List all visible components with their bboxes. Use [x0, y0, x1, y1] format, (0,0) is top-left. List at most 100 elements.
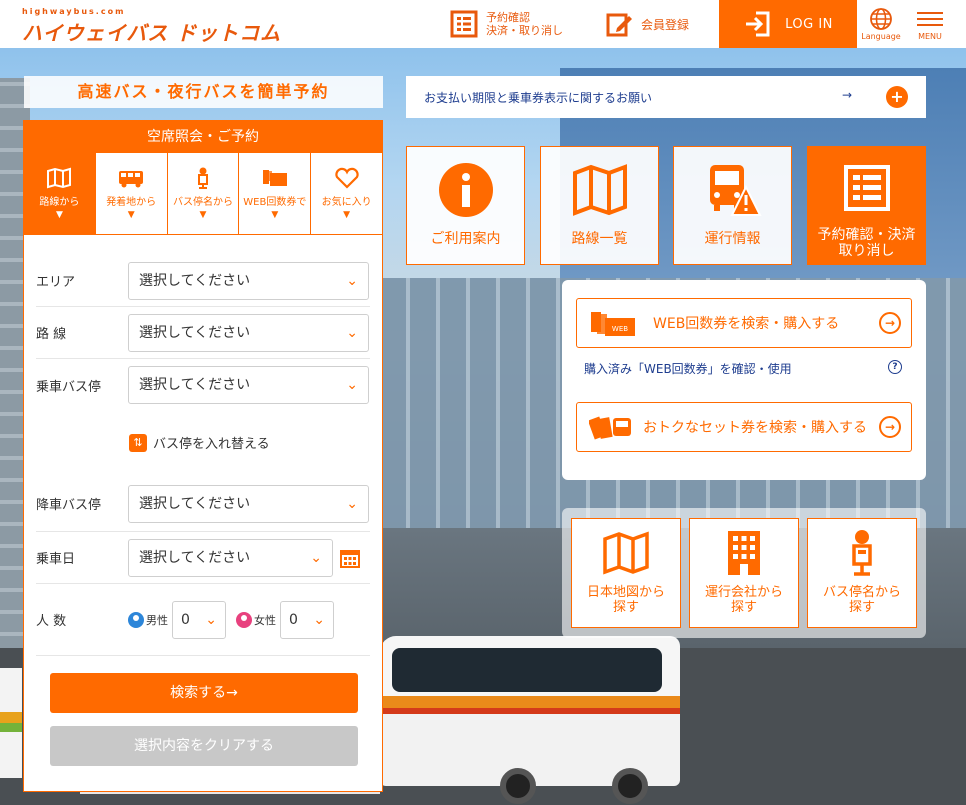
ticket-panel: WEB WEB回数券を検索・購入する → 購入済み「WEB回数券」を確認・使用 …	[562, 280, 926, 480]
logo-small-text[interactable]: highwaybus.com	[22, 7, 125, 16]
board-stop-select[interactable]: 選択してください ⌄	[128, 366, 369, 404]
globe-icon	[870, 8, 892, 30]
web-ticket-icon: WEB	[591, 312, 635, 336]
login-button[interactable]: LOG IN	[719, 0, 857, 48]
tab-label: 発着地から	[106, 197, 157, 208]
alight-stop-select[interactable]: 選択してください ⌄	[128, 484, 369, 523]
date-row: 乗車日 選択してください ⌄	[36, 532, 370, 584]
chevron-down-icon: ⌄	[346, 377, 358, 393]
notice-text: お支払い期限と乗車券表示に関するお願い	[424, 90, 653, 105]
find-panel: 日本地図から 探す 運行会社から 探す バス停名から 探す	[562, 508, 926, 638]
tab-label: お気に入り	[321, 197, 372, 208]
bus-stop-icon	[197, 167, 208, 189]
set-ticket-button[interactable]: おトクなセット券を検索・購入する →	[576, 402, 912, 452]
area-select[interactable]: 選択してください ⌄	[128, 261, 369, 300]
language-label: Language	[861, 32, 901, 41]
find-by-company-tile[interactable]: 運行会社から 探す	[689, 518, 799, 628]
swap-icon: ⇅	[129, 433, 147, 452]
tab-arrow-icon: ▼	[55, 210, 63, 220]
male-count-select[interactable]: 0 ⌄	[172, 600, 226, 639]
reservation-tile[interactable]: 予約確認・決済取り消し	[807, 146, 926, 265]
find-company-line1: 運行会社から	[704, 585, 783, 600]
clear-button[interactable]: 選択内容をクリアする	[50, 726, 358, 766]
route-list-tile[interactable]: 路線一覧	[540, 146, 659, 265]
calendar-icon[interactable]	[339, 547, 361, 569]
chevron-down-icon: ⌄	[205, 611, 217, 628]
find-by-map-tile[interactable]: 日本地図から 探す	[571, 518, 681, 628]
arrow-circle-icon: →	[879, 416, 901, 438]
search-button[interactable]: 検索する→	[50, 673, 358, 713]
find-stop-line2: 探す	[848, 600, 875, 615]
tab-arrow-icon: ▼	[199, 210, 207, 220]
route-label: 路 線	[36, 327, 67, 342]
date-select[interactable]: 選択してください ⌄	[128, 538, 333, 577]
board-row: 乗車バス停 選択してください ⌄	[36, 359, 370, 411]
board-label: 乗車バス停	[36, 379, 102, 395]
web-ticket-link[interactable]: 購入済み「WEB回数券」を確認・使用	[584, 360, 792, 377]
chevron-down-icon: ⌄	[346, 324, 358, 341]
find-by-stop-tile[interactable]: バス停名から 探す	[807, 518, 917, 628]
date-value: 選択してください	[139, 549, 251, 566]
chevron-down-icon: ⌄	[310, 549, 322, 566]
chevron-down-icon: ⌄	[313, 611, 325, 628]
help-icon[interactable]: ?	[888, 360, 902, 374]
ticket-icon	[262, 170, 287, 186]
language-selector[interactable]: Language	[860, 0, 902, 48]
tab-arrow-icon: ▼	[343, 210, 351, 220]
map-icon	[47, 167, 72, 189]
search-panel: 空席照会・ご予約 路線から ▼ 発着地から ▼ バス停名から ▼ WEB回数券で…	[23, 120, 383, 792]
login-icon	[746, 11, 770, 37]
site-logo[interactable]: ハイウェイバス ドットコム	[22, 17, 281, 46]
chevron-down-icon: ⌄	[346, 495, 358, 512]
list-icon	[843, 165, 890, 211]
alight-value: 選択してください	[139, 495, 251, 512]
find-stop-line1: バス停名から	[822, 585, 901, 600]
service-info-tile[interactable]: 運行情報	[673, 146, 792, 265]
swap-stops-button[interactable]: ⇅ バス停を入れ替える	[129, 433, 270, 452]
people-label: 人 数	[36, 614, 67, 629]
swap-label: バス停を入れ替える	[153, 437, 270, 452]
female-label: 女性	[254, 613, 276, 627]
alight-label: 降車バス停	[36, 498, 102, 513]
svg-text:WEB: WEB	[612, 325, 628, 333]
male-value: 0	[181, 611, 190, 628]
web-ticket-button[interactable]: WEB WEB回数券を検索・購入する →	[576, 298, 912, 348]
guide-tile[interactable]: ご利用案内	[406, 146, 525, 265]
tab-arrow-icon: ▼	[127, 210, 135, 220]
chevron-down-icon: ⌄	[346, 272, 358, 289]
male-count: 男性 0 ⌄	[128, 600, 226, 639]
search-panel-title: 空席照会・ご予約	[24, 121, 382, 153]
edit-icon	[606, 13, 632, 37]
tab-by-stop[interactable]: バス停名から ▼	[167, 153, 240, 235]
list-icon	[450, 10, 478, 38]
site-header: highwaybus.com ハイウェイバス ドットコム 予約確認 決済・取り消…	[0, 0, 966, 48]
tab-label: 路線から	[39, 197, 80, 208]
tab-favorites[interactable]: お気に入り ▼	[311, 153, 382, 235]
tab-by-route[interactable]: 路線から ▼	[24, 153, 96, 235]
route-select[interactable]: 選択してください ⌄	[128, 313, 369, 352]
plus-icon[interactable]: +	[886, 86, 908, 108]
area-row: エリア 選択してください ⌄	[36, 255, 370, 307]
web-ticket-label: WEB回数券を検索・購入する	[653, 316, 840, 332]
menu-button[interactable]: MENU	[910, 0, 950, 48]
route-list-label: 路線一覧	[571, 231, 628, 247]
notice-bar[interactable]: お支払い期限と乗車券表示に関するお願い → +	[406, 76, 926, 118]
female-value: 0	[289, 611, 298, 628]
member-register-link[interactable]: 会員登録	[605, 0, 689, 48]
area-value: 選択してください	[139, 272, 251, 289]
map-icon	[572, 164, 627, 216]
find-company-line2: 探す	[730, 600, 757, 615]
route-value: 選択してください	[139, 324, 251, 341]
tab-by-origin[interactable]: 発着地から ▼	[95, 153, 168, 235]
male-icon	[128, 611, 144, 628]
reserve-line2: 決済・取り消し	[486, 24, 563, 37]
reserve-check-link[interactable]: 予約確認 決済・取り消し	[450, 0, 563, 48]
guide-label: ご利用案内	[430, 231, 501, 247]
info-icon	[438, 163, 493, 217]
date-label: 乗車日	[36, 552, 76, 567]
female-count-select[interactable]: 0 ⌄	[280, 600, 334, 639]
bus-stop-icon	[852, 530, 872, 576]
tab-by-web-ticket[interactable]: WEB回数券で ▼	[239, 153, 312, 235]
login-label: LOG IN	[785, 16, 833, 32]
female-count: 女性 0 ⌄	[236, 600, 334, 639]
